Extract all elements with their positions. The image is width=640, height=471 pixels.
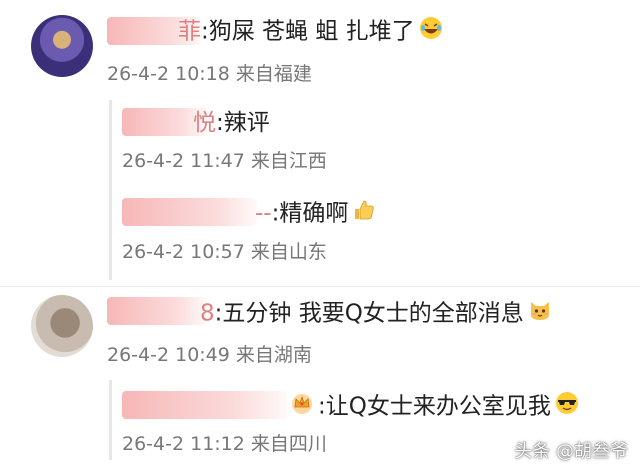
username-tail: 8 (200, 300, 215, 327)
reply-body: :精确啊 (271, 200, 349, 227)
reply-body: :辣评 (216, 110, 270, 136)
reply-meta: 26-4-2 11:12 来自四川 (122, 433, 327, 455)
reply-thread-bar (109, 380, 112, 460)
reply-text: --:精确啊 (255, 198, 376, 230)
watermark: 头条 @胡叁爷 (514, 441, 628, 462)
avatar[interactable] (31, 15, 93, 77)
crown-badge-icon (290, 391, 314, 423)
comment-meta: 26-4-2 10:18 来自福建 (107, 63, 312, 85)
reply-meta: 26-4-2 10:57 来自山东 (122, 241, 327, 263)
comment-body: :狗屎 苍蝇 蛆 扎堆了 (201, 18, 415, 45)
reply-meta: 26-4-2 11:47 来自江西 (122, 150, 327, 172)
username-redacted[interactable] (107, 297, 207, 325)
username-tail: 悦 (193, 110, 216, 136)
comment-body: :五分钟 我要Q女士的全部消息 (214, 300, 524, 327)
username-tail: 菲 (178, 18, 201, 45)
thumbs-up-emoji (352, 198, 376, 230)
comment-text: 8:五分钟 我要Q女士的全部消息 (200, 298, 552, 330)
comment-meta: 26-4-2 10:49 来自湖南 (107, 344, 312, 366)
reply-text: :让Q女士来办公室见我 (290, 391, 579, 423)
reply-body: :让Q女士来办公室见我 (318, 393, 551, 420)
laughing-crying-emoji (419, 16, 443, 48)
username-redacted[interactable] (122, 391, 287, 419)
username-tail: -- (255, 200, 272, 227)
comment-divider (0, 286, 640, 287)
reply-text: 悦:辣评 (193, 108, 270, 138)
reply-thread-bar (109, 100, 112, 280)
username-redacted[interactable] (122, 198, 257, 226)
sunglasses-emoji (555, 391, 579, 423)
cat-emoji (528, 298, 552, 330)
comment-text: 菲:狗屎 苍蝇 蛆 扎堆了 (178, 16, 443, 48)
avatar[interactable] (31, 295, 93, 357)
